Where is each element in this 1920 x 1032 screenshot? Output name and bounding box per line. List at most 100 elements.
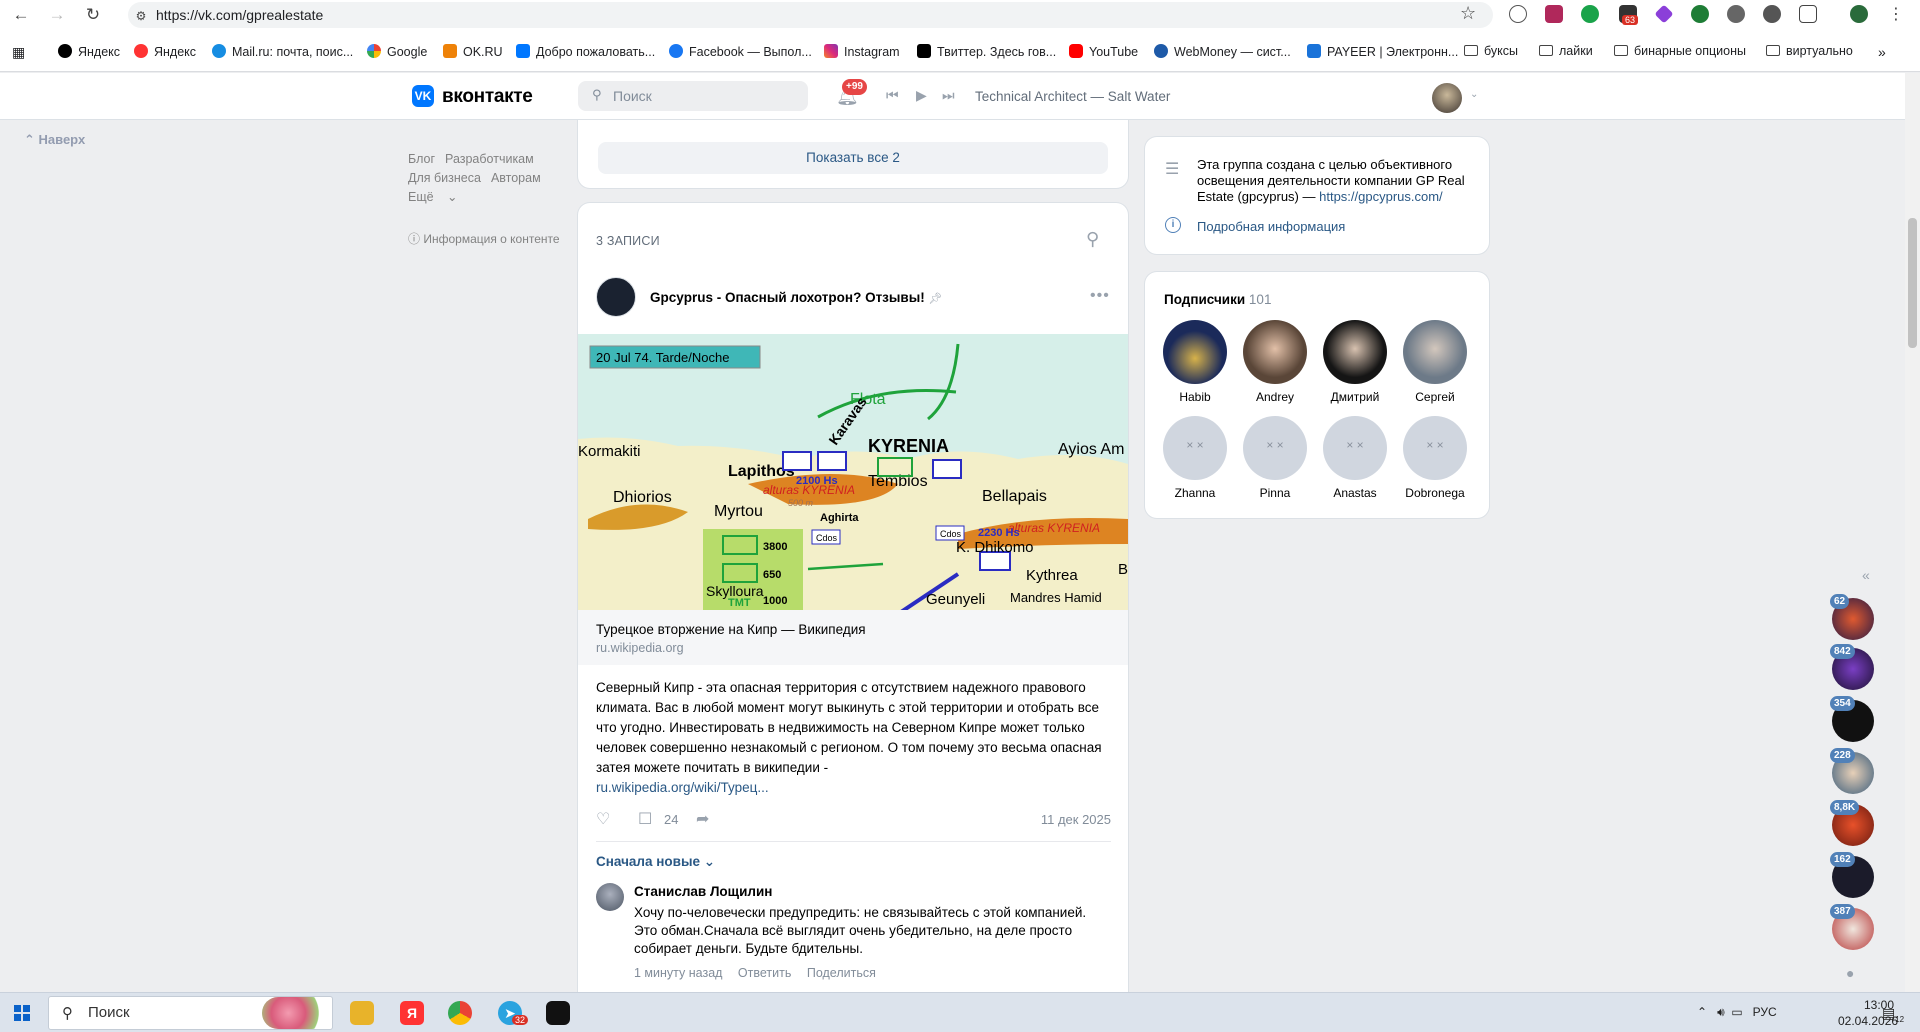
subscriber-item[interactable]: Anastas: [1320, 416, 1390, 500]
now-playing-track[interactable]: Technical Architect — Salt Water: [975, 89, 1170, 104]
bookmark-folder[interactable]: виртуально: [1766, 44, 1853, 58]
subscriber-item[interactable]: Dobronega: [1400, 416, 1470, 500]
extension-alien-icon[interactable]: [1763, 5, 1781, 23]
bookmark-item[interactable]: YouTube: [1069, 44, 1138, 59]
chat-icon[interactable]: ●: [1846, 965, 1854, 981]
chat-bubble[interactable]: 354: [1830, 696, 1874, 742]
scrollbar-thumb[interactable]: [1908, 218, 1917, 348]
vpn-app-icon[interactable]: [546, 1001, 570, 1025]
post-link[interactable]: ru.wikipedia.org/wiki/Турец...: [596, 780, 769, 795]
link-title[interactable]: Турецкое вторжение на Кипр — Википедия: [596, 622, 866, 637]
collapse-chats-icon[interactable]: «: [1862, 567, 1870, 583]
user-avatar[interactable]: [1432, 83, 1462, 113]
chat-bubble[interactable]: 162: [1830, 852, 1874, 898]
like-icon[interactable]: ♡: [596, 809, 610, 829]
map-image[interactable]: 20 Jul 74. Tarde/Noche Flota Karavas KYR…: [578, 334, 1128, 610]
forward-icon[interactable]: →: [46, 4, 68, 26]
language-indicator[interactable]: РУС: [1753, 1005, 1777, 1019]
link-preview[interactable]: [578, 610, 1128, 665]
show-all-button[interactable]: Показать все 2: [598, 142, 1108, 174]
comment-avatar[interactable]: [596, 883, 624, 911]
bookmark-item[interactable]: Яндекс: [58, 44, 120, 59]
footer-link-blog[interactable]: Блог: [408, 152, 435, 166]
vk-logo-icon[interactable]: VK: [412, 85, 434, 107]
extension-ruble-icon[interactable]: [1581, 5, 1599, 23]
post-author[interactable]: Gpcyprus - Опасный лохотрон? Отзывы! 📌︎: [650, 290, 942, 305]
post-date[interactable]: 11 дек 2025: [1041, 812, 1111, 827]
more-bookmarks-icon[interactable]: »: [1878, 44, 1886, 60]
extension-sc-icon[interactable]: [1545, 5, 1563, 23]
next-track-icon[interactable]: ⏭: [942, 87, 955, 104]
bookmark-item[interactable]: Facebook — Выпол...: [669, 44, 812, 59]
bookmark-item[interactable]: PAYEER | Электронн...: [1307, 44, 1458, 59]
taskbar-search-placeholder[interactable]: Поиск: [88, 1004, 130, 1021]
comments-sort-dropdown[interactable]: Сначала новые ⌄: [596, 854, 715, 870]
chat-bubble[interactable]: 387: [1830, 904, 1874, 950]
bookmark-item[interactable]: Mail.ru: почта, поис...: [212, 44, 353, 59]
extension-green-icon[interactable]: [1691, 5, 1709, 23]
chevron-down-icon[interactable]: ⌄: [1470, 89, 1478, 100]
vk-logo-text[interactable]: вконтакте: [442, 86, 533, 108]
chat-bubble[interactable]: 8,8K: [1830, 800, 1874, 846]
extension-gray-icon[interactable]: [1727, 5, 1745, 23]
comment-author[interactable]: Станислав Лощилин: [634, 884, 772, 899]
volume-icon[interactable]: 🔊︎: [1717, 1005, 1725, 1019]
bookmark-item[interactable]: Instagram: [824, 44, 900, 59]
back-to-top[interactable]: ⌃ Наверх: [24, 132, 85, 148]
chrome-icon[interactable]: [448, 1001, 472, 1025]
reload-icon[interactable]: ↻: [82, 4, 104, 26]
content-info-link[interactable]: ⓘ Информация о контенте: [408, 230, 560, 247]
extensions-puzzle-icon[interactable]: [1799, 5, 1817, 23]
footer-link-more[interactable]: Ещё ⌄: [408, 190, 458, 204]
subscribers-title[interactable]: Подписчики 101: [1164, 292, 1271, 307]
notifications-icon[interactable]: ▤12: [1882, 1005, 1904, 1024]
globe-icon[interactable]: [1509, 5, 1527, 23]
subscriber-item[interactable]: Pinna: [1240, 416, 1310, 500]
chevron-up-icon[interactable]: ⌃: [1697, 1005, 1707, 1019]
post-author-avatar[interactable]: [596, 277, 636, 317]
bookmark-folder[interactable]: лайки: [1539, 44, 1593, 58]
subscriber-item[interactable]: Andrey: [1240, 320, 1310, 404]
subscriber-item[interactable]: Habib: [1160, 320, 1230, 404]
footer-link-authors[interactable]: Авторам: [491, 171, 541, 185]
bookmark-item[interactable]: Добро пожаловать...: [516, 44, 655, 59]
profile-avatar[interactable]: [1850, 5, 1868, 23]
subscriber-item[interactable]: Сергей: [1400, 320, 1470, 404]
scrollbar[interactable]: [1905, 73, 1920, 993]
network-icon[interactable]: ▭: [1731, 1005, 1742, 1019]
chat-bubble[interactable]: 228: [1830, 748, 1874, 794]
bookmark-folder[interactable]: бинарные опционы: [1614, 44, 1746, 58]
yandex-browser-icon[interactable]: Я: [400, 1001, 424, 1025]
bookmark-item[interactable]: Твиттер. Здесь гов...: [917, 44, 1056, 59]
more-options-icon[interactable]: •••: [1090, 287, 1110, 305]
extension-gem-icon[interactable]: [1654, 4, 1674, 24]
url-text[interactable]: https://vk.com/gprealestate: [156, 7, 323, 23]
prev-track-icon[interactable]: ⏮: [886, 87, 899, 104]
reply-button[interactable]: Ответить: [738, 966, 791, 980]
site-info-icon[interactable]: ⚙: [130, 5, 152, 27]
more-info-link[interactable]: Подробная информация: [1197, 219, 1345, 234]
footer-link-developers[interactable]: Разработчикам: [445, 152, 534, 166]
apps-grid-icon[interactable]: ▦: [12, 44, 25, 61]
search-icon[interactable]: ⚲: [1086, 229, 1099, 250]
subscriber-item[interactable]: Zhanna: [1160, 416, 1230, 500]
comment-time[interactable]: 1 минуту назад: [634, 966, 722, 980]
share-button[interactable]: Поделиться: [807, 966, 876, 980]
bookmark-item[interactable]: Яндекс: [134, 44, 196, 59]
chat-bubble[interactable]: 842: [1830, 644, 1874, 690]
file-explorer-icon[interactable]: [350, 1001, 374, 1025]
footer-link-business[interactable]: Для бизнеса: [408, 171, 481, 185]
windows-start-icon[interactable]: [14, 1005, 30, 1021]
chat-bubble[interactable]: 62: [1830, 594, 1874, 640]
website-link[interactable]: https://gpcyprus.com/: [1319, 189, 1443, 204]
bookmark-item[interactable]: OK.RU: [443, 44, 503, 59]
back-icon[interactable]: ←: [10, 4, 32, 26]
subscriber-item[interactable]: Дмитрий: [1320, 320, 1390, 404]
bookmark-folder[interactable]: буксы: [1464, 44, 1518, 58]
comment-icon[interactable]: ☐: [638, 809, 652, 829]
share-icon[interactable]: ➦: [696, 809, 709, 829]
bookmark-item[interactable]: WebMoney — сист...: [1154, 44, 1291, 59]
play-icon[interactable]: ▶: [916, 87, 927, 104]
bookmark-item[interactable]: Google: [367, 44, 427, 59]
menu-dots-icon[interactable]: ⋮: [1885, 4, 1907, 26]
